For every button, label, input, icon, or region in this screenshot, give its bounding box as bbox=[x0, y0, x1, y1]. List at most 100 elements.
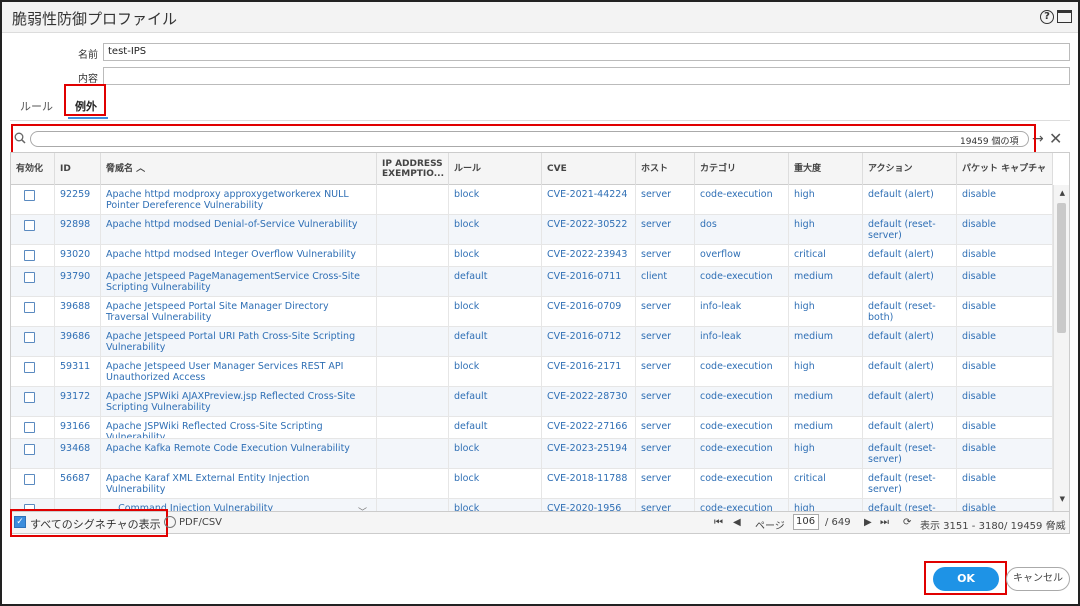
cell-threat-name[interactable]: Apache Jetspeed User Manager Services RE… bbox=[101, 357, 377, 386]
table-row[interactable]: 92259 Apache httpd modproxy approxygetwor… bbox=[11, 185, 1053, 215]
page-number-input[interactable]: 106 bbox=[793, 514, 819, 530]
cell-severity[interactable]: high bbox=[789, 499, 863, 511]
cell-rule[interactable]: block bbox=[449, 297, 542, 326]
cell-cve[interactable]: CVE-2023-25194 bbox=[542, 439, 636, 468]
cell-id[interactable]: 93020 bbox=[55, 245, 101, 266]
column-header-packet-capture[interactable]: パケット キャプチャ bbox=[957, 153, 1053, 185]
cell-id[interactable]: 39688 bbox=[55, 297, 101, 326]
cell-severity[interactable]: critical bbox=[789, 245, 863, 266]
cell-rule[interactable]: block bbox=[449, 499, 542, 511]
column-header-action[interactable]: アクション bbox=[863, 153, 957, 185]
tab-rules[interactable]: ルール bbox=[20, 98, 53, 114]
cell-cve[interactable]: CVE-2016-2171 bbox=[542, 357, 636, 386]
scroll-up-icon[interactable]: ▲ bbox=[1060, 189, 1065, 197]
table-row[interactable]: 93790 Apache Jetspeed PageManagementServi… bbox=[11, 267, 1053, 297]
column-header-host[interactable]: ホスト bbox=[636, 153, 695, 185]
pdf-csv-link[interactable]: PDF/CSV bbox=[179, 517, 222, 528]
cell-rule[interactable]: block bbox=[449, 357, 542, 386]
cell-id[interactable]: 59311 bbox=[55, 357, 101, 386]
cell-category[interactable]: code-execution bbox=[695, 387, 789, 416]
last-page-icon[interactable]: ⏭ bbox=[880, 517, 889, 528]
cell-action[interactable]: default (alert) bbox=[863, 417, 957, 438]
cell-rule[interactable]: block bbox=[449, 469, 542, 498]
prev-page-icon[interactable]: ◀ bbox=[733, 517, 741, 528]
cell-threat-name[interactable]: Apache Jetspeed Portal URI Path Cross-Si… bbox=[101, 327, 377, 356]
cell-packet-capture[interactable]: disable bbox=[957, 327, 1053, 356]
scroll-down-icon[interactable]: ▼ bbox=[1060, 495, 1065, 503]
enable-checkbox[interactable] bbox=[24, 220, 35, 231]
cell-rule[interactable]: default bbox=[449, 327, 542, 356]
table-row[interactable]: 93020 Apache httpd modsed Integer Overflo… bbox=[11, 245, 1053, 267]
cell-id[interactable]: 93468 bbox=[55, 439, 101, 468]
enable-checkbox[interactable] bbox=[24, 444, 35, 455]
help-icon[interactable]: ? bbox=[1040, 10, 1054, 24]
cell-severity[interactable]: high bbox=[789, 185, 863, 214]
column-header-threat-name[interactable]: 脅威名 ︿ bbox=[101, 153, 377, 185]
cell-action[interactable]: default (alert) bbox=[863, 357, 957, 386]
cell-host[interactable]: server bbox=[636, 215, 695, 244]
cell-severity[interactable]: critical bbox=[789, 469, 863, 498]
cell-severity[interactable]: medium bbox=[789, 327, 863, 356]
cell-action[interactable]: default (reset-both) bbox=[863, 297, 957, 326]
cell-host[interactable]: server bbox=[636, 297, 695, 326]
cell-category[interactable]: code-execution bbox=[695, 267, 789, 296]
cell-category[interactable]: code-execution bbox=[695, 439, 789, 468]
cell-action[interactable]: default (alert) bbox=[863, 245, 957, 266]
cell-host[interactable]: client bbox=[636, 267, 695, 296]
enable-checkbox[interactable] bbox=[24, 362, 35, 373]
cell-action[interactable]: default (reset-server) bbox=[863, 439, 957, 468]
table-row[interactable]: 92898 Apache httpd modsed Denial-of-Servi… bbox=[11, 215, 1053, 245]
cell-threat-name[interactable]: Apache Jetspeed Portal Site Manager Dire… bbox=[101, 297, 377, 326]
cell-rule[interactable]: block bbox=[449, 439, 542, 468]
cell-id[interactable]: 93166 bbox=[55, 417, 101, 438]
cell-action[interactable]: default (reset-server) bbox=[863, 215, 957, 244]
cell-host[interactable]: server bbox=[636, 439, 695, 468]
cell-host[interactable]: server bbox=[636, 185, 695, 214]
cell-threat-name[interactable]: Apache Jetspeed PageManagementService Cr… bbox=[101, 267, 377, 296]
table-row[interactable]: 93172 Apache JSPWiki AJAXPreview.jsp Refl… bbox=[11, 387, 1053, 417]
cell-host[interactable]: server bbox=[636, 387, 695, 416]
cell-category[interactable]: info-leak bbox=[695, 327, 789, 356]
cell-category[interactable]: info-leak bbox=[695, 297, 789, 326]
cell-threat-name[interactable]: Apache httpd modsed Integer Overflow Vul… bbox=[101, 245, 377, 266]
cell-host[interactable]: server bbox=[636, 245, 695, 266]
scrollbar-thumb[interactable] bbox=[1057, 203, 1066, 333]
cell-action[interactable]: default (alert) bbox=[863, 387, 957, 416]
cell-action[interactable]: default (alert) bbox=[863, 185, 957, 214]
first-page-icon[interactable]: ⏮ bbox=[714, 517, 723, 528]
cell-host[interactable]: server bbox=[636, 357, 695, 386]
cell-packet-capture[interactable]: disable bbox=[957, 185, 1053, 214]
cell-rule[interactable]: default bbox=[449, 417, 542, 438]
cell-action[interactable]: default (alert) bbox=[863, 327, 957, 356]
cell-severity[interactable]: high bbox=[789, 215, 863, 244]
cell-category[interactable]: overflow bbox=[695, 245, 789, 266]
column-header-id[interactable]: ID bbox=[55, 153, 101, 185]
cell-rule[interactable]: default bbox=[449, 267, 542, 296]
cell-id[interactable]: 92259 bbox=[55, 185, 101, 214]
cell-threat-name[interactable]: Apache Kafka Remote Code Execution Vulne… bbox=[101, 439, 377, 468]
cell-host[interactable]: server bbox=[636, 327, 695, 356]
cell-cve[interactable]: CVE-2020-1956 bbox=[542, 499, 636, 511]
cell-packet-capture[interactable]: disable bbox=[957, 245, 1053, 266]
cell-rule[interactable]: default bbox=[449, 387, 542, 416]
cell-severity[interactable]: high bbox=[789, 357, 863, 386]
next-page-icon[interactable]: ▶ bbox=[864, 517, 872, 528]
cell-host[interactable]: server bbox=[636, 469, 695, 498]
cell-category[interactable]: code-execution bbox=[695, 499, 789, 511]
cell-category[interactable]: code-execution bbox=[695, 417, 789, 438]
cell-packet-capture[interactable]: disable bbox=[957, 267, 1053, 296]
cell-cve[interactable]: CVE-2022-23943 bbox=[542, 245, 636, 266]
cell-id[interactable]: 56687 bbox=[55, 469, 101, 498]
enable-checkbox[interactable] bbox=[24, 474, 35, 485]
cell-cve[interactable]: CVE-2016-0709 bbox=[542, 297, 636, 326]
cell-packet-capture[interactable]: disable bbox=[957, 387, 1053, 416]
cell-host[interactable]: server bbox=[636, 417, 695, 438]
cell-cve[interactable]: CVE-2022-27166 bbox=[542, 417, 636, 438]
cell-id[interactable]: 93172 bbox=[55, 387, 101, 416]
cell-severity[interactable]: medium bbox=[789, 267, 863, 296]
cell-cve[interactable]: CVE-2016-0711 bbox=[542, 267, 636, 296]
cell-category[interactable]: dos bbox=[695, 215, 789, 244]
cell-severity[interactable]: medium bbox=[789, 417, 863, 438]
window-icon[interactable] bbox=[1057, 10, 1072, 23]
cell-threat-name[interactable]: Apache JSPWiki AJAXPreview.jsp Reflected… bbox=[101, 387, 377, 416]
